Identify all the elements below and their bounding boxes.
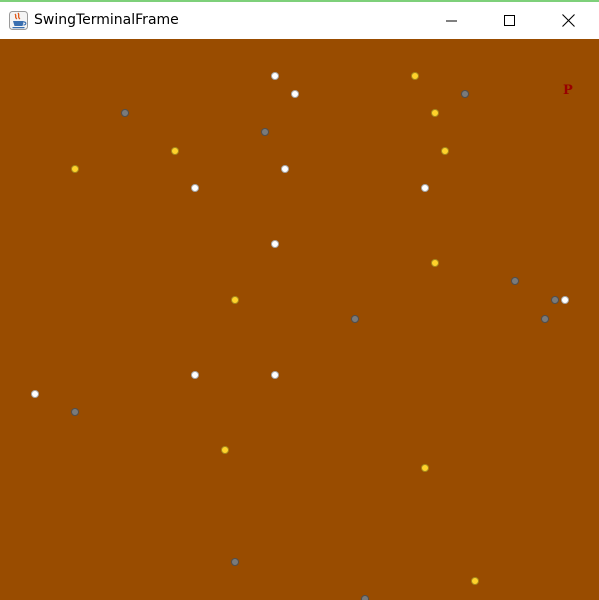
gray-item	[231, 557, 239, 566]
gray-item	[71, 408, 79, 417]
white-item	[271, 370, 279, 379]
gray-item	[541, 314, 549, 323]
minimize-button[interactable]	[429, 2, 475, 39]
title-bar[interactable]: SwingTerminalFrame	[0, 2, 599, 39]
white-item	[191, 183, 199, 192]
gray-item	[551, 296, 559, 305]
gold-item	[421, 464, 429, 473]
gold-item	[431, 109, 439, 118]
gold-item	[441, 146, 449, 155]
gray-item	[361, 595, 369, 600]
minimize-icon	[446, 20, 457, 21]
white-item	[561, 296, 569, 305]
gold-item	[231, 296, 239, 305]
white-item	[291, 90, 299, 99]
gold-item	[171, 146, 179, 155]
gray-item	[351, 314, 359, 323]
player-marker: P	[563, 83, 573, 99]
white-item	[271, 240, 279, 248]
window-title: SwingTerminalFrame	[34, 12, 179, 28]
java-cup-icon	[9, 11, 28, 30]
gold-item	[71, 165, 79, 174]
gray-item	[511, 277, 519, 286]
gold-item	[221, 445, 229, 454]
white-item	[31, 389, 39, 398]
game-terrain[interactable]: P	[0, 39, 599, 600]
gold-item	[411, 71, 419, 80]
white-item	[421, 183, 429, 192]
application-window: SwingTerminalFrame P	[0, 0, 599, 600]
white-item	[271, 71, 279, 80]
gray-item	[461, 90, 469, 99]
close-button[interactable]	[545, 2, 591, 39]
white-item	[191, 370, 199, 379]
maximize-icon	[504, 14, 515, 26]
close-icon	[561, 14, 575, 27]
gold-item	[471, 576, 479, 585]
white-item	[281, 165, 289, 174]
gray-item	[261, 127, 269, 136]
gold-item	[431, 258, 439, 267]
maximize-button[interactable]	[487, 2, 533, 39]
gray-item	[121, 109, 129, 118]
